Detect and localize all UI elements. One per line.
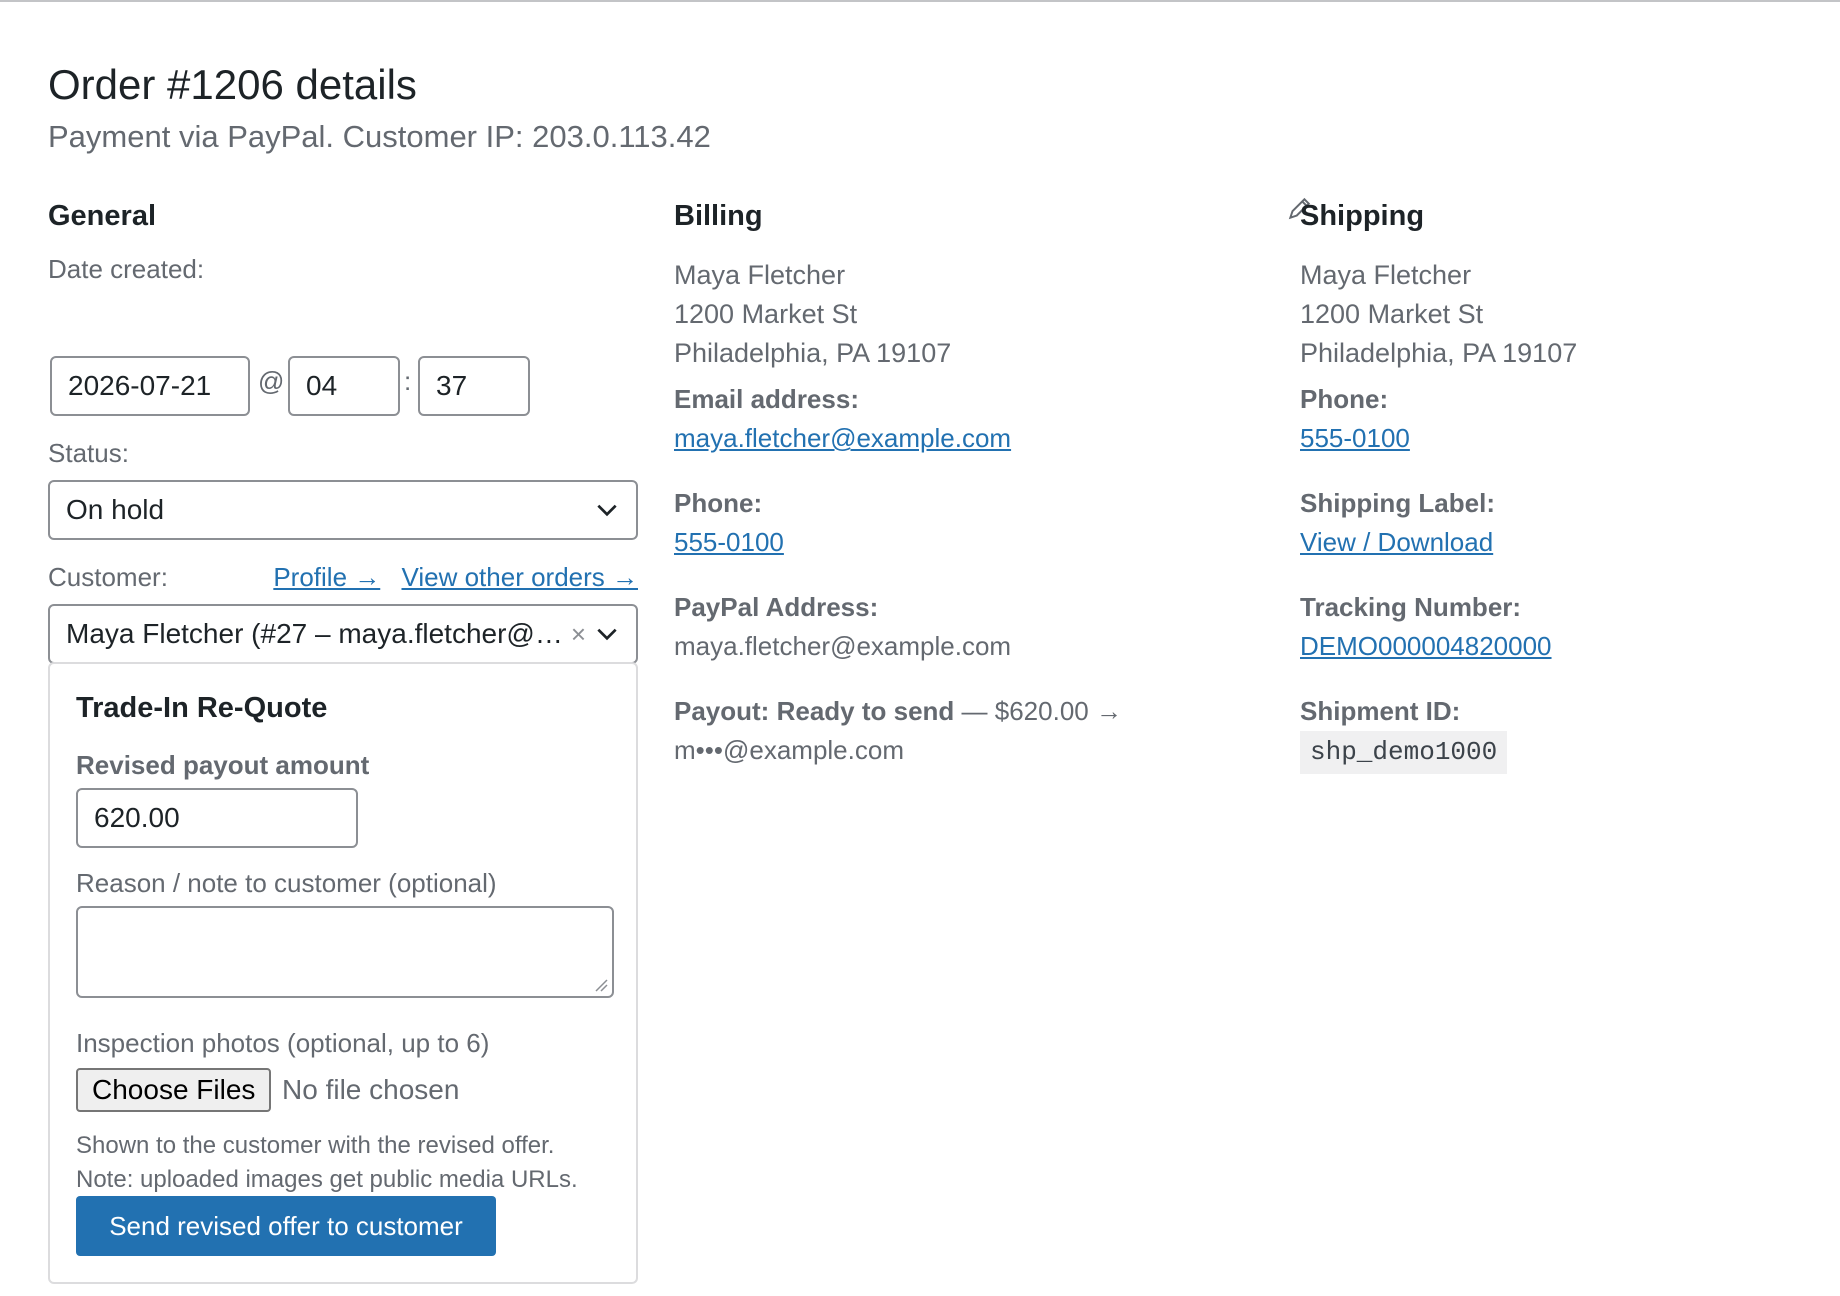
shipping-name: Maya Fletcher — [1300, 260, 1472, 290]
billing-city: Philadelphia, PA 19107 — [674, 338, 952, 368]
shipping-city: Philadelphia, PA 19107 — [1300, 338, 1578, 368]
colon-separator: : — [404, 366, 412, 396]
billing-email: Email address: maya.fletcher@example.com — [674, 380, 1011, 458]
note-label: Reason / note to customer (optional) — [76, 868, 497, 898]
payout-amount-input[interactable]: 620.00 — [76, 788, 358, 848]
billing-phone-link[interactable]: 555-0100 — [674, 527, 784, 557]
billing-heading: Billing — [674, 200, 763, 232]
shipping-phone-link[interactable]: 555-0100 — [1300, 423, 1410, 453]
order-columns: General Date created: 2026-07-21 @ 04 : … — [48, 196, 1808, 1296]
tracking-number-link[interactable]: DEMO000004820000 — [1300, 631, 1552, 661]
billing-email-link[interactable]: maya.fletcher@example.com — [674, 423, 1011, 453]
choose-files-button[interactable]: Choose Files — [76, 1068, 272, 1112]
paypal-address: PayPal Address: maya.fletcher@example.co… — [674, 588, 1011, 666]
page-title: Order #1206 details — [48, 61, 417, 108]
at-separator: @ — [258, 366, 285, 396]
page-subtitle: Payment via PayPal. Customer IP: 203.0.1… — [48, 119, 711, 154]
shipment-id-label: Shipment ID: — [1300, 696, 1461, 726]
status-value: On hold — [66, 494, 165, 525]
date-created-label: Date created: — [48, 254, 205, 284]
shipping-phone-label: Phone: — [1300, 384, 1389, 414]
billing-column: Billing Maya Fletcher 1200 Market St Phi… — [674, 196, 1311, 765]
status-select[interactable]: On hold — [48, 480, 638, 540]
view-other-orders-link[interactable]: View other orders → — [401, 562, 638, 592]
billing-address: Maya Fletcher 1200 Market St Philadelphi… — [674, 256, 951, 373]
billing-phone-label: Phone: — [674, 488, 763, 518]
billing-name: Maya Fletcher — [674, 260, 846, 290]
general-column: General Date created: 2026-07-21 @ 04 : … — [48, 196, 638, 1284]
note-textarea[interactable] — [76, 906, 614, 998]
order-details-page: Order #1206 details Payment via PayPal. … — [48, 56, 1808, 1284]
shipping-street: 1200 Market St — [1300, 299, 1484, 329]
minute-input[interactable]: 37 — [418, 356, 530, 416]
payout-status-value: Ready to send — [776, 696, 955, 726]
shipment-id-value: shp_demo1000 — [1300, 731, 1508, 774]
resize-grip-icon[interactable] — [594, 978, 608, 992]
trade-in-requote-panel: Trade-In Re-Quote Revised payout amount … — [48, 662, 638, 1284]
shipment-id: Shipment ID: shp_demo1000 — [1300, 692, 1508, 774]
no-file-text: No file chosen — [282, 1074, 460, 1105]
requote-heading: Trade-In Re-Quote — [76, 692, 328, 724]
shipping-label-link[interactable]: View / Download — [1300, 527, 1493, 557]
payout-amount-label: Revised payout amount — [76, 750, 370, 780]
tracking-label: Tracking Number: — [1300, 592, 1522, 622]
tracking-number: Tracking Number: DEMO000004820000 — [1300, 588, 1552, 666]
email-label: Email address: — [674, 384, 859, 414]
paypal-value: maya.fletcher@example.com — [674, 631, 1012, 661]
chevron-down-icon — [597, 504, 617, 517]
payout-label: Payout: — [674, 696, 770, 726]
general-heading: General — [48, 200, 156, 232]
customer-value: Maya Fletcher (#27 – maya.fletcher@examp… — [66, 618, 565, 649]
clear-customer-icon[interactable]: × — [571, 619, 586, 650]
payout-status: Payout: Ready to send — $620.00 → m•••@e… — [674, 692, 1122, 770]
help-text-2: Note: uploaded images get public media U… — [76, 1166, 578, 1193]
payout-detail: — $620.00 → — [961, 696, 1122, 726]
shipping-heading: Shipping — [1300, 200, 1425, 232]
send-revised-offer-button[interactable]: Send revised offer to customer — [76, 1196, 496, 1256]
shipping-address: Maya Fletcher 1200 Market St Philadelphi… — [1300, 256, 1577, 373]
shipping-label-label: Shipping Label: — [1300, 488, 1495, 518]
help-text-1: Shown to the customer with the revised o… — [76, 1132, 555, 1159]
top-border — [0, 0, 1840, 2]
payout-recipient: m•••@example.com — [674, 735, 904, 765]
shipping-phone: Phone: 555-0100 — [1300, 380, 1410, 458]
status-label: Status: — [48, 438, 129, 468]
customer-label: Customer: — [48, 562, 168, 592]
customer-profile-link[interactable]: Profile → — [273, 562, 380, 592]
customer-links: Profile → View other orders → — [259, 560, 638, 594]
shipping-label: Shipping Label: View / Download — [1300, 484, 1495, 562]
shipping-column: Shipping Maya Fletcher 1200 Market St Ph… — [1300, 196, 1800, 774]
date-created-input[interactable]: 2026-07-21 — [50, 356, 250, 416]
billing-phone: Phone: 555-0100 — [674, 484, 784, 562]
chevron-down-icon — [597, 628, 617, 641]
billing-street: 1200 Market St — [674, 299, 858, 329]
customer-select[interactable]: Maya Fletcher (#27 – maya.fletcher@examp… — [48, 604, 638, 664]
photos-label: Inspection photos (optional, up to 6) — [76, 1028, 490, 1058]
hour-input[interactable]: 04 — [288, 356, 400, 416]
paypal-label: PayPal Address: — [674, 592, 879, 622]
